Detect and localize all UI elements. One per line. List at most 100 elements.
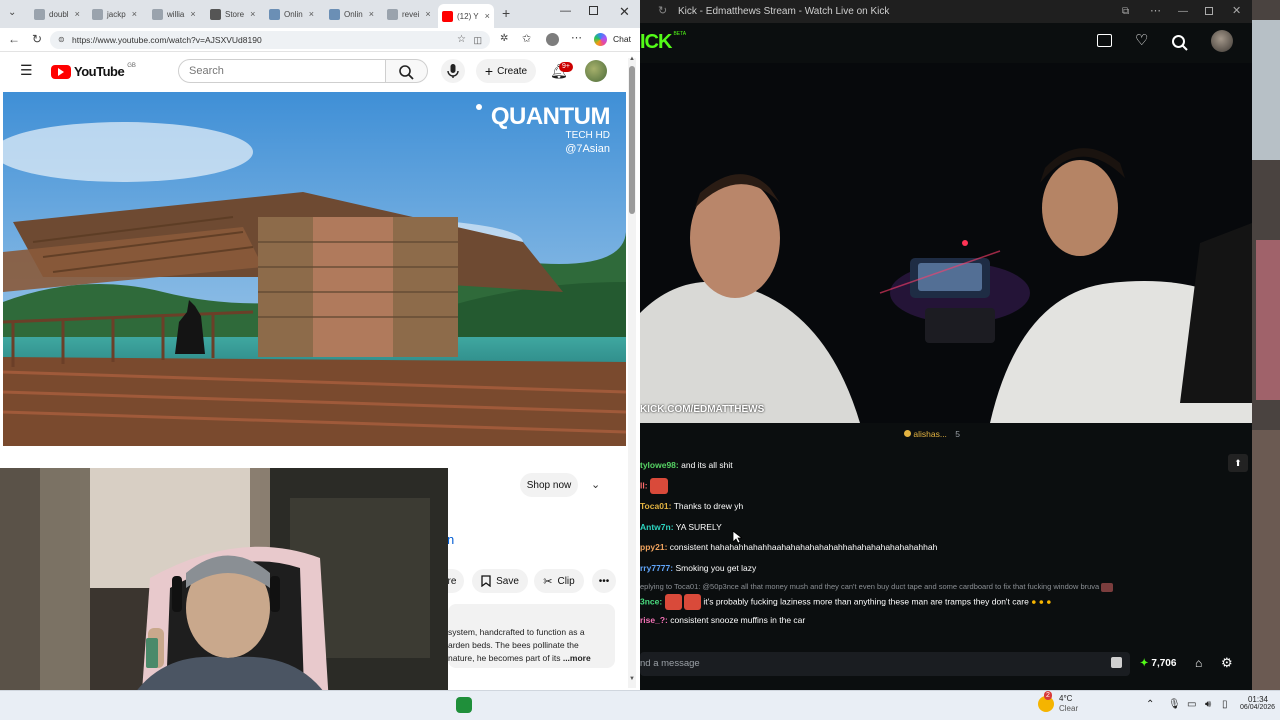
close-icon[interactable]: × [425,9,430,19]
more-horizontal-icon: ••• [598,575,610,587]
profile-avatar[interactable] [546,33,559,46]
close-icon[interactable]: × [250,9,255,19]
battery-icon[interactable]: ▯ [1222,699,1228,710]
shop-now-button[interactable]: Shop now [520,473,578,497]
volume-icon[interactable]: 🔊︎ [1205,699,1211,710]
show-hidden-icons-chevron-icon[interactable]: ⌃ [1146,699,1154,710]
scrollbar-thumb[interactable] [629,66,635,214]
extension-icon[interactable]: ◫ [473,31,482,49]
maximize-icon[interactable] [1205,7,1213,15]
clip-button[interactable]: ✂ Clip [534,569,584,593]
chat-message[interactable]: tylowe98: and its all shit [640,460,733,470]
site-info-icon[interactable]: ⊜ [58,31,65,49]
menu-icon[interactable]: ☰ [20,62,33,79]
more-link[interactable]: ...more [563,653,591,663]
maximize-icon[interactable] [589,6,598,15]
microphone-icon[interactable]: 🎙︎ [1168,699,1181,710]
reload-icon[interactable]: ↻ [658,0,667,23]
browser-tab[interactable]: Store × [206,4,259,24]
close-window-icon[interactable]: ✕ [619,4,630,20]
close-icon[interactable]: × [190,9,195,19]
youtube-logo[interactable]: YouTube GB [51,63,136,79]
kick-logo[interactable]: ICK BETA [640,31,686,53]
search-input[interactable]: Search [178,59,386,83]
close-icon[interactable]: × [309,9,314,19]
chat-message-input[interactable]: nd a message [640,652,1130,676]
following-icon[interactable] [1097,34,1112,47]
search-button[interactable] [386,59,428,83]
back-icon[interactable]: ← [8,32,20,46]
browser-tab[interactable]: willia × [148,4,200,24]
settings-icon[interactable]: ⚙ [1221,655,1233,671]
close-icon[interactable]: × [485,11,490,21]
browser-tab[interactable]: Onlin × [265,4,318,24]
more-menu-icon[interactable]: ⋯ [571,31,582,44]
chat-message[interactable]: ppy21: consistent hahahahhahahhaahahahah… [640,542,937,552]
kick-stream-player[interactable] [640,63,1252,423]
clock[interactable]: 01:34 06/04/2026 [1240,695,1275,711]
voice-search-button[interactable] [441,59,465,83]
chat-reply-context[interactable]: eplying to Toca01: @50p3nce all that mon… [640,582,1114,592]
star-icon[interactable]: ☆ [457,31,466,49]
chat-message[interactable]: Antw7n: YA SURELY [640,522,722,532]
close-icon[interactable]: × [369,9,374,19]
chat-message[interactable]: rry7777: Smoking you get lazy [640,563,756,573]
emote-icon [664,594,682,610]
minimize-icon[interactable]: — [560,5,571,17]
browser-tab[interactable]: jackp × [88,4,141,24]
create-button[interactable]: + Create [476,59,536,83]
user-avatar[interactable] [1211,30,1233,52]
heart-icon[interactable]: ♡ [1135,31,1148,49]
chat-message[interactable]: rise_?: consistent snooze muffins in the… [640,615,805,625]
network-icon[interactable]: ▭ [1187,699,1196,710]
youtube-header: ☰ YouTube GB Search + Create 🔔︎ 9+ [0,52,630,90]
search-icon[interactable] [1171,34,1189,52]
emoji-picker-icon[interactable] [1111,657,1122,668]
taskbar-app-icon[interactable] [456,697,472,713]
close-icon[interactable]: × [132,9,137,19]
reload-icon[interactable]: ↻ [32,32,42,46]
video-title-fragment[interactable]: n [447,532,454,547]
scroll-up-icon[interactable]: ▲ [629,56,635,62]
close-window-icon[interactable]: ✕ [1232,0,1241,23]
pin-icon[interactable]: ⬆ [1228,454,1248,472]
gift-icon[interactable]: ⌂ [1195,656,1202,670]
favorites-icon[interactable]: ✩ [522,32,531,45]
browser-tab[interactable]: Onlin × [325,4,378,24]
save-button[interactable]: Save [472,569,528,593]
youtube-video-player[interactable]: QUANTUM TECH HD @7Asian [3,92,626,446]
close-icon[interactable]: × [75,9,80,19]
picture-in-picture-icon[interactable]: ⧉ [1122,0,1129,23]
pinned-gift[interactable]: alishas... 5 [904,429,960,439]
scroll-down-icon[interactable]: ▼ [629,676,635,682]
browser-tab[interactable]: doubl × [30,4,84,24]
chat-message[interactable]: Toca01: Thanks to drew yh [640,501,743,511]
chevron-down-icon[interactable]: ⌄ [591,478,600,491]
tab-list-chevron-icon[interactable]: ⌄ [8,7,16,18]
weather-widget[interactable]: 2 4°C Clear [1038,691,1078,714]
browser-tab-active[interactable]: (12) Y × [438,4,494,28]
address-bar-row: ← ↻ ⊜ https://www.youtube.com/watch?v=AJ… [0,28,640,52]
youtube-play-icon [51,64,71,79]
chat-message[interactable]: 3nce: it's probably fucking laziness mor… [640,594,1051,610]
tab-favicon-icon [34,8,45,20]
extensions-icon[interactable]: ✲ [500,33,508,44]
chat-message[interactable]: ll: [640,478,668,494]
new-tab-button[interactable]: + [502,5,510,21]
scissors-icon: ✂ [543,575,553,588]
channel-points[interactable]: ✦ 7,706 [1140,658,1176,669]
more-menu-icon[interactable]: ⋯ [1150,0,1161,23]
browser-tab[interactable]: revei × [383,4,435,24]
chat-button[interactable]: Chat [613,34,631,44]
account-avatar[interactable] [585,60,607,82]
emote-icon [1101,582,1114,592]
emote-icon [683,594,701,610]
more-actions-button[interactable]: ••• [592,569,616,593]
search-icon [399,65,414,80]
url-field[interactable]: ⊜ https://www.youtube.com/watch?v=AJSXVU… [50,31,490,49]
copilot-icon[interactable] [594,33,607,46]
minimize-icon[interactable]: — [1178,0,1188,23]
weather-moon-icon: 2 [1038,691,1054,712]
video-description[interactable]: system, handcrafted to function as a ard… [448,604,615,668]
webcam-image [0,468,448,720]
